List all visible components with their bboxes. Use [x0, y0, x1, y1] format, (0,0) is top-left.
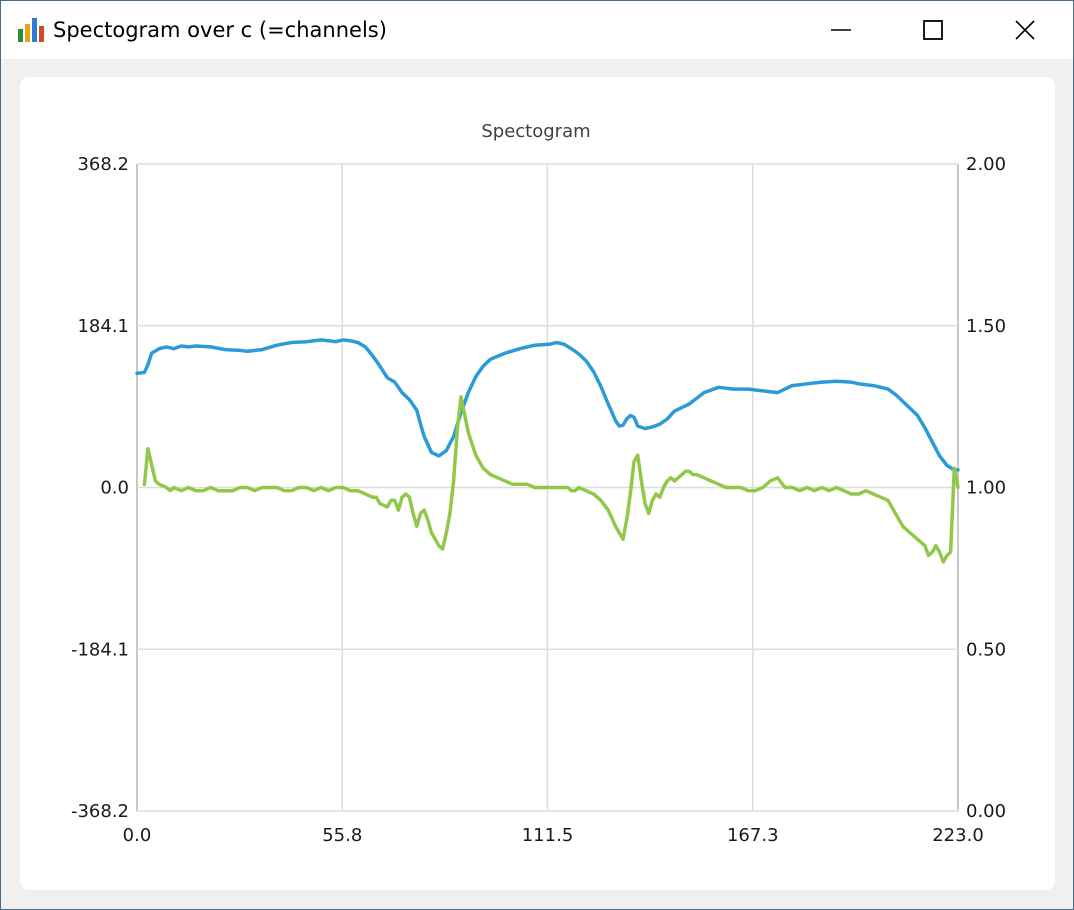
bar-chart-icon [18, 18, 44, 42]
close-icon [1015, 20, 1035, 40]
x-tick-label: 111.5 [522, 825, 574, 846]
minimize-icon [831, 29, 851, 31]
maximize-icon [923, 20, 943, 40]
y-right-tick-label: 2.00 [966, 154, 1006, 175]
y-right-tick-label: 1.00 [966, 478, 1006, 499]
x-tick-label: 223.0 [932, 825, 984, 846]
minimize-button[interactable] [795, 1, 887, 59]
client-area: 0.0 55.8 111.5 167.3 223.0 -368.2 0.00 -184.1 0.… [1, 59, 1073, 909]
spectogram-chart: 0.0 55.8 111.5 167.3 223.0 -368.2 0.00 -184.1 0.… [71, 121, 1006, 846]
series-line-2 [142, 395, 960, 564]
x-tick-label: 0.0 [123, 825, 152, 846]
tick-labels: 0.0 55.8 111.5 167.3 223.0 -368.2 0.00 -184.1 0.… [71, 154, 1006, 846]
chart-card: 0.0 55.8 111.5 167.3 223.0 -368.2 0.00 -184.1 0.… [20, 77, 1055, 890]
maximize-button[interactable] [887, 1, 979, 59]
x-tick-label: 167.3 [727, 825, 779, 846]
y-left-tick-label: 0.0 [100, 478, 129, 499]
y-left-tick-label: 184.1 [77, 316, 129, 337]
y-left-tick-label: -368.2 [71, 801, 129, 822]
y-right-tick-label: 1.50 [966, 316, 1006, 337]
x-tick-label: 55.8 [322, 825, 362, 846]
y-right-tick-label: 0.50 [966, 639, 1006, 660]
y-right-tick-label: 0.00 [966, 801, 1006, 822]
y-left-tick-label: -184.1 [71, 639, 129, 660]
chart-title: Spectogram [481, 121, 590, 142]
window-title: Spectogram over c (=channels) [53, 18, 387, 42]
app-window: Spectogram over c (=channels) 0.0 55.8 111… [0, 0, 1074, 910]
y-left-tick-label: 368.2 [77, 154, 129, 175]
close-button[interactable] [979, 1, 1071, 59]
title-bar[interactable]: Spectogram over c (=channels) [1, 1, 1073, 59]
